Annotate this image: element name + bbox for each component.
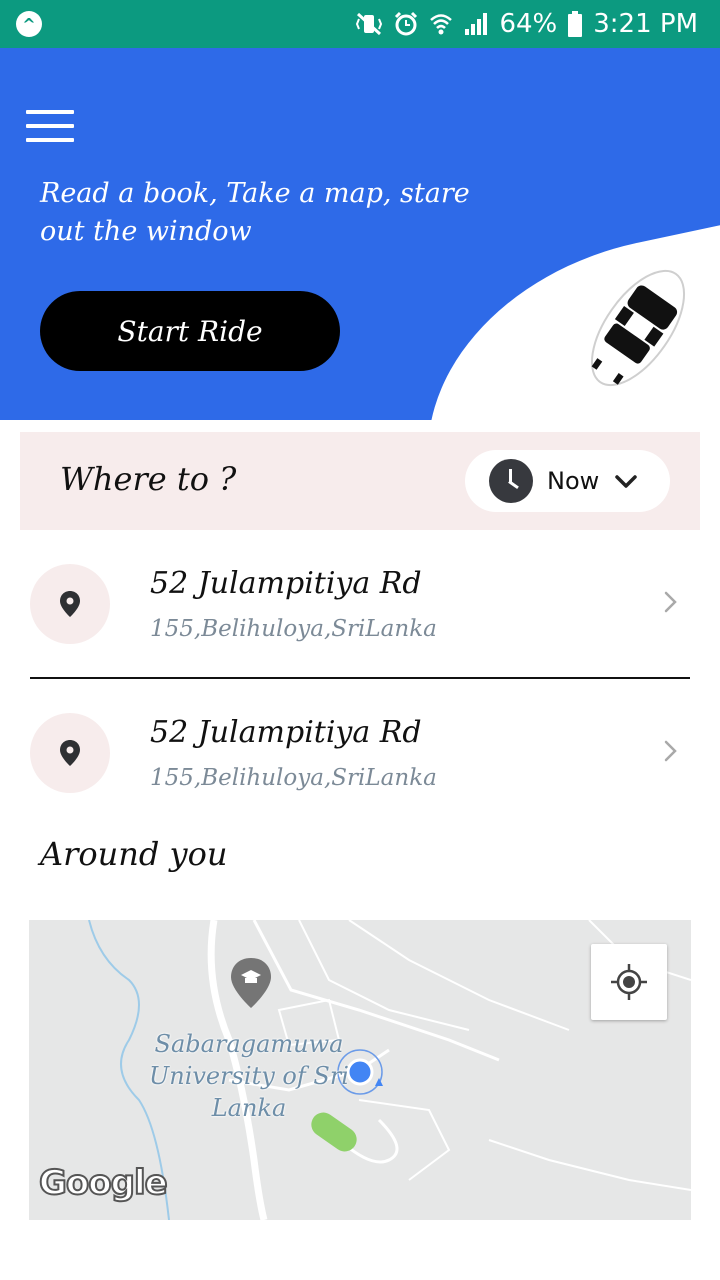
around-you-heading: Around you — [40, 835, 228, 873]
status-bar: ^ 64% 3:21 PM — [0, 0, 720, 48]
university-marker-icon — [231, 958, 271, 1008]
app-notification-icon: ^ — [16, 11, 42, 37]
schedule-now-dropdown[interactable]: Now — [465, 450, 670, 512]
hero-header: Read a book, Take a map, stare out the w… — [0, 48, 720, 420]
alarm-icon — [393, 11, 419, 37]
google-logo: Google — [38, 1162, 169, 1204]
crosshair-icon — [611, 964, 647, 1000]
where-to-label: Where to ? — [60, 460, 237, 498]
map-view[interactable]: Sabaragamuwa University of Sri Lanka Goo… — [29, 920, 691, 1220]
location-pin-icon — [30, 713, 110, 793]
signal-icon — [463, 11, 489, 37]
vibrate-mute-icon — [355, 11, 383, 37]
location-address: 155,Belihuloya,SriLanka — [150, 765, 437, 791]
wifi-icon — [429, 11, 453, 37]
location-title: 52 Julampitiya Rd — [150, 566, 422, 601]
clock-time: 3:21 PM — [593, 9, 698, 39]
schedule-value: Now — [547, 467, 600, 495]
recent-location-item[interactable]: 52 Julampitiya Rd 155,Belihuloya,SriLank… — [0, 699, 720, 819]
location-address: 155,Belihuloya,SriLanka — [150, 616, 437, 642]
map-place-label[interactable]: Sabaragamuwa University of Sri Lanka — [149, 1028, 349, 1124]
recent-location-item[interactable]: 52 Julampitiya Rd 155,Belihuloya,SriLank… — [0, 550, 720, 670]
header-tagline: Read a book, Take a map, stare out the w… — [40, 178, 470, 247]
battery-percent: 64% — [499, 9, 558, 39]
chevron-down-icon — [615, 475, 638, 488]
start-ride-button[interactable]: Start Ride — [40, 291, 340, 371]
location-pin-icon — [30, 564, 110, 644]
location-title: 52 Julampitiya Rd — [150, 715, 422, 750]
battery-icon — [567, 10, 583, 38]
my-location-button[interactable] — [591, 944, 667, 1020]
where-to-bar[interactable]: Where to ? Now — [20, 432, 700, 530]
hamburger-menu-icon[interactable] — [26, 110, 74, 146]
list-divider — [30, 677, 690, 679]
chevron-right-icon — [664, 591, 677, 613]
car-illustration-icon — [560, 248, 710, 408]
status-icons: 64% 3:21 PM — [355, 0, 698, 48]
clock-icon — [489, 459, 533, 503]
chevron-right-icon — [664, 740, 677, 762]
